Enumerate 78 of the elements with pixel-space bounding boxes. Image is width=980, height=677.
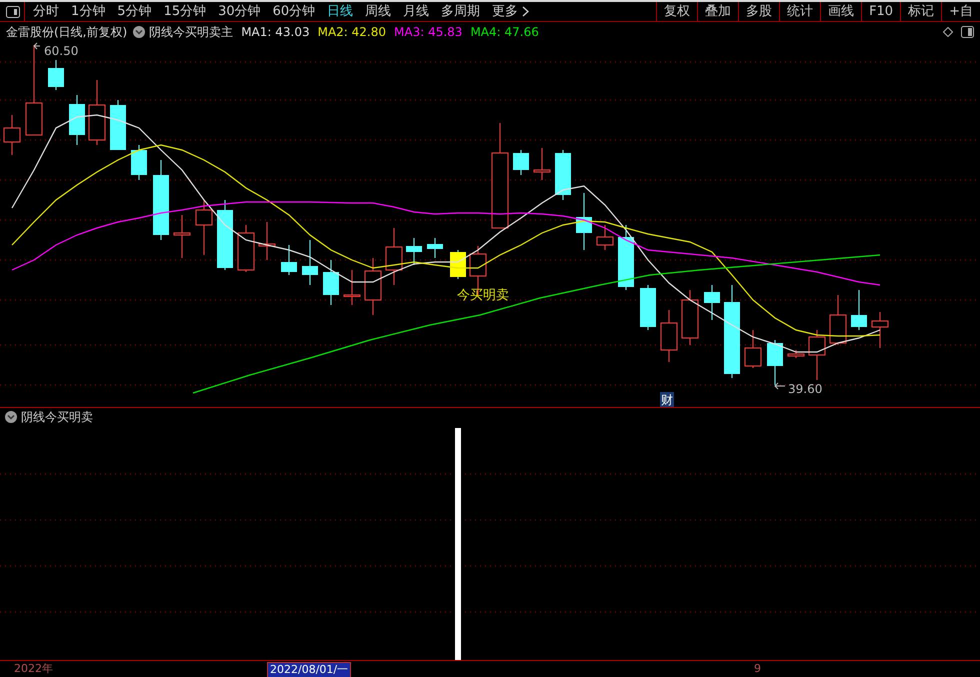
candlestick: [364, 258, 382, 316]
candlestick: [788, 350, 804, 358]
candlestick: [238, 224, 254, 272]
candlestick: [302, 240, 318, 286]
candlestick: [406, 238, 422, 266]
low-price-label: 39.60: [788, 382, 822, 396]
dropdown-icon[interactable]: [133, 26, 146, 38]
candlestick: [258, 222, 276, 260]
time-axis-label: 2022/08/01/一: [267, 662, 352, 677]
period-tab[interactable]: 30分钟: [212, 2, 267, 21]
candlestick: [744, 330, 762, 368]
period-tab[interactable]: 更多: [486, 2, 536, 21]
time-axis-label: 2022年: [13, 662, 54, 676]
period-tab[interactable]: 周线: [359, 2, 398, 21]
candlestick: [767, 340, 783, 386]
moving-average-value: MA2: 42.80: [318, 24, 386, 41]
candlestick: [174, 214, 190, 258]
candlestick: [682, 290, 698, 346]
candlestick: [640, 284, 656, 330]
leader-line: [774, 382, 786, 390]
candlestick: [131, 144, 147, 180]
candlestick: [323, 260, 339, 306]
moving-average-value: MA1: 43.03: [241, 24, 310, 41]
candlestick: [704, 284, 720, 320]
candlestick: [534, 148, 550, 180]
panel-toggle-icon[interactable]: [6, 6, 20, 18]
candlestick: [830, 294, 846, 346]
candlestick: [872, 312, 888, 348]
candlestick: [386, 228, 402, 286]
candlestick: [576, 192, 592, 250]
candlestick: [618, 224, 634, 290]
toolbar-button[interactable]: 统计: [779, 2, 820, 21]
candlestick: [660, 310, 678, 362]
diamond-icon[interactable]: [943, 27, 953, 37]
candlestick: [344, 270, 360, 306]
candlestick: [450, 250, 466, 280]
period-tab[interactable]: 1分钟: [65, 2, 112, 21]
candlestick: [4, 114, 20, 156]
moving-average-value: MA4: 47.66: [470, 24, 539, 41]
period-tab[interactable]: 60分钟: [266, 2, 322, 21]
signal-label: 今买明卖: [457, 288, 509, 303]
stock-title: 金雷股份(日线,前复权): [6, 24, 128, 41]
candlestick: [555, 150, 571, 200]
candlestick: [48, 60, 64, 90]
chevron-right-icon: [522, 6, 530, 17]
period-tab[interactable]: 日线: [321, 2, 360, 21]
dropdown-icon[interactable]: [5, 411, 17, 423]
candlestick: [427, 238, 443, 258]
panel-toggle-icon[interactable]: [961, 26, 974, 38]
period-tab[interactable]: 月线: [397, 2, 436, 21]
toolbar-button[interactable]: 多股: [738, 2, 780, 21]
candlestick: [808, 330, 826, 380]
candlestick: [196, 200, 212, 256]
period-tab[interactable]: 15分钟: [158, 2, 212, 21]
candlestick: [88, 80, 106, 146]
toolbar-button[interactable]: 标记: [900, 2, 942, 21]
toolbar-button[interactable]: F10: [861, 2, 900, 21]
candlestick: [596, 224, 614, 250]
moving-average-value: MA3: 45.83: [394, 24, 462, 41]
toolbar-button[interactable]: 画线: [820, 2, 862, 21]
period-tab[interactable]: 5分钟: [111, 2, 158, 21]
indicator-panel-title: 阴线今买明卖: [21, 409, 93, 426]
candlestick: [851, 290, 867, 330]
indicator-name: 阴线今买明卖主: [149, 24, 234, 41]
toolbar-button[interactable]: 叠加: [697, 2, 738, 21]
period-tab[interactable]: 分时: [27, 2, 65, 21]
candlestick: [69, 94, 85, 146]
candlestick: [281, 244, 297, 276]
time-axis-label: 9: [753, 662, 762, 676]
event-marker: 财: [661, 393, 673, 407]
toolbar-button[interactable]: +自: [941, 2, 980, 21]
candlestick: [513, 150, 529, 176]
candlestick: [217, 200, 233, 270]
toolbar-button[interactable]: 复权: [656, 2, 698, 21]
high-price-label: 60.50: [44, 44, 78, 58]
candlestick: [110, 100, 126, 150]
period-tab[interactable]: 多周期: [435, 2, 486, 21]
leader-line: [33, 42, 40, 50]
